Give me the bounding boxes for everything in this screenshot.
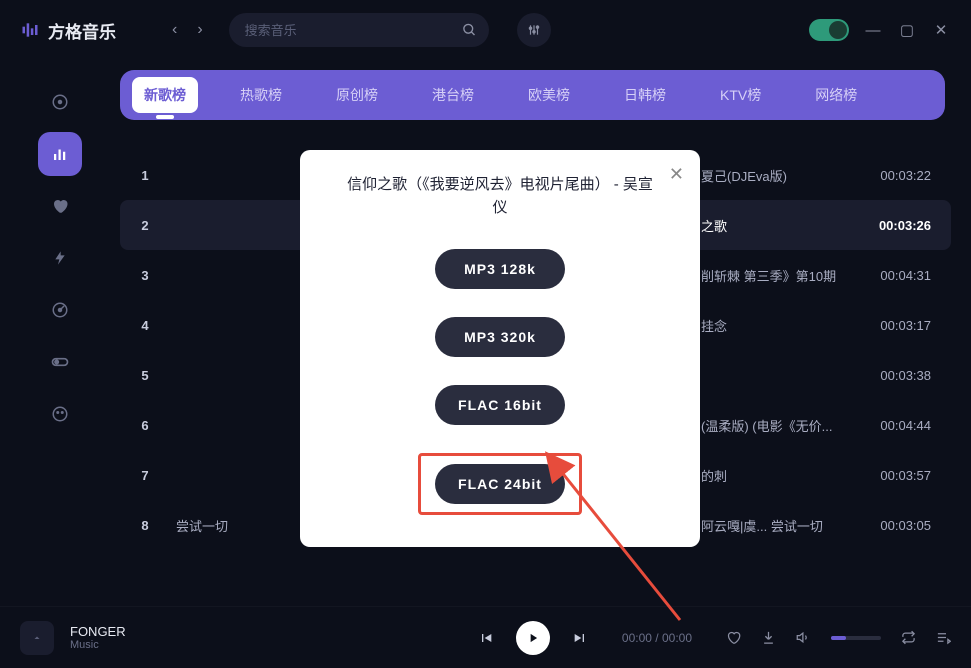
- modal-close-icon[interactable]: ✕: [669, 164, 684, 185]
- format-mp3-320[interactable]: MP3 320k: [435, 317, 565, 357]
- format-modal: ✕ 信仰之歌（《我要逆风去》电视片尾曲） - 吴宣仪 MP3 128k MP3 …: [300, 150, 700, 547]
- format-flac-24[interactable]: FLAC 24bit: [435, 464, 565, 504]
- format-list: MP3 128k MP3 320k FLAC 16bit FLAC 24bit: [320, 249, 680, 515]
- modal-overlay: ✕ 信仰之歌（《我要逆风去》电视片尾曲） - 吴宣仪 MP3 128k MP3 …: [0, 0, 971, 668]
- format-highlight-box: FLAC 24bit: [418, 453, 582, 515]
- modal-title: 信仰之歌（《我要逆风去》电视片尾曲） - 吴宣仪: [320, 174, 680, 219]
- format-flac-16[interactable]: FLAC 16bit: [435, 385, 565, 425]
- format-mp3-128[interactable]: MP3 128k: [435, 249, 565, 289]
